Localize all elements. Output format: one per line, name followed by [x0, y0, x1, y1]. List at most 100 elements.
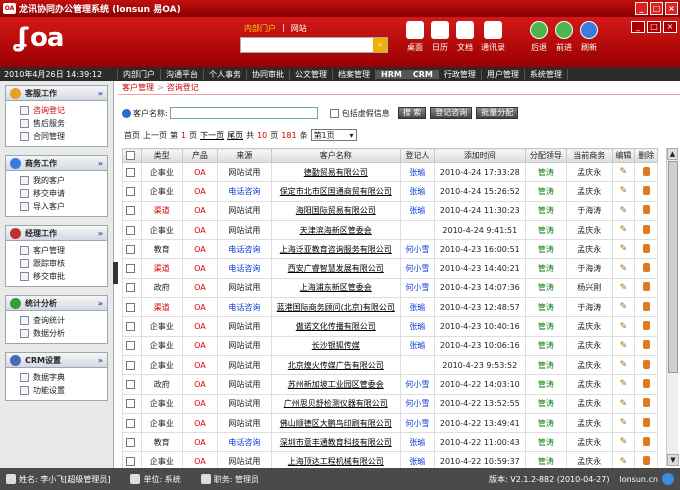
include-fake-checkbox[interactable] — [329, 108, 339, 118]
cell-delete[interactable] — [634, 200, 658, 221]
sidebar-item-after-sales[interactable]: 售后服务 — [20, 117, 107, 130]
cell-edit[interactable]: ✎ — [611, 277, 636, 299]
sidebar-item-transfer-approval[interactable]: 移交审批 — [20, 270, 107, 283]
edit-icon[interactable]: ✎ — [620, 225, 628, 235]
delete-icon[interactable] — [642, 417, 650, 427]
table-row[interactable]: 政府 OA 网站试用 苏州新加坡工业园区管委会 何小雪 2010-4-22 14:03:1… — [122, 374, 658, 395]
edit-icon[interactable]: ✎ — [620, 167, 628, 177]
row-checkbox-cell[interactable] — [122, 181, 142, 202]
breadcrumb-item[interactable]: 客户管理 — [122, 83, 154, 92]
status-brand[interactable]: lonsun.cn — [619, 475, 658, 484]
panel-header[interactable]: 经理工作» — [6, 226, 107, 241]
table-row[interactable]: 政府 OA 网站试用 上海浦东新区管委会 何小雪 2010-4-23 14:07:36 管涛… — [122, 277, 658, 299]
collapse-icon[interactable]: » — [98, 229, 103, 238]
table-row[interactable]: 企事业 OA 网站试用 天津滨海新区管委会 2010-4-24 9:41:51 管涛 孟庆永… — [122, 219, 658, 241]
row-checkbox[interactable] — [125, 225, 135, 235]
edit-icon[interactable]: ✎ — [620, 186, 628, 196]
row-checkbox[interactable] — [125, 437, 135, 447]
cell-customer-name[interactable]: 广州思贝舒检测仪器有限公司 — [270, 393, 401, 414]
row-checkbox[interactable] — [125, 244, 135, 254]
edit-icon[interactable]: ✎ — [620, 341, 628, 351]
sidebar-item-data-analysis[interactable]: 数据分析 — [20, 327, 107, 340]
nav-item-personal[interactable]: 个人事务 — [204, 68, 247, 80]
column-header[interactable]: 客户名称 — [270, 148, 401, 163]
delete-icon[interactable] — [642, 301, 650, 311]
vertical-scrollbar[interactable]: ▲ ▼ — [666, 148, 679, 466]
row-checkbox[interactable] — [125, 322, 135, 332]
delete-icon[interactable] — [642, 224, 650, 234]
column-header[interactable]: 分配领导 — [524, 148, 568, 163]
table-row[interactable]: 企事业 OA 电话咨询 保定市北市区国通商贸有限公司 张瑜 2010-4-24 15:26… — [122, 181, 658, 202]
batch-assign-button[interactable]: 批量分配 — [476, 107, 519, 119]
collapse-icon[interactable]: » — [98, 356, 103, 365]
table-row[interactable]: 渠道 OA 电话咨询 西安广睿智慧发展有限公司 何小雪 2010-4-23 14:40:2… — [122, 258, 658, 279]
register-consult-button[interactable]: 登记咨询 — [430, 107, 473, 119]
select-all-checkbox-header[interactable] — [122, 148, 142, 163]
table-row[interactable]: 渠道 OA 网站试用 海阳国际贸易有限公司 张瑜 2010-4-24 11:30:23 管涛… — [122, 200, 658, 221]
cell-edit[interactable]: ✎ — [611, 200, 636, 221]
edit-icon[interactable]: ✎ — [620, 244, 628, 254]
row-checkbox-cell[interactable] — [122, 374, 142, 395]
row-checkbox-cell[interactable] — [122, 277, 142, 299]
cell-customer-name[interactable]: 上海泛亚教育咨询服务有限公司 — [270, 239, 401, 260]
delete-icon[interactable] — [642, 185, 650, 195]
edit-icon[interactable]: ✎ — [620, 360, 628, 370]
cell-customer-name[interactable]: 保定市北市区国通商贸有限公司 — [270, 181, 401, 202]
cell-delete[interactable] — [634, 432, 658, 453]
row-checkbox[interactable] — [125, 418, 135, 428]
row-checkbox-cell[interactable] — [122, 335, 142, 356]
nav-item-communication[interactable]: 沟通平台 — [161, 68, 204, 80]
edit-icon[interactable]: ✎ — [620, 322, 628, 332]
nav-item-archives[interactable]: 档案管理 — [333, 68, 376, 80]
prev-page-link[interactable]: 上一页 — [143, 130, 167, 141]
sidebar-item-transfer-request[interactable]: 移交申请 — [20, 187, 107, 200]
forward-button[interactable]: 前进 — [553, 21, 575, 53]
cell-customer-name[interactable]: 天津滨海新区管委会 — [270, 219, 401, 241]
refresh-button[interactable]: 刷新 — [578, 21, 600, 53]
column-header[interactable]: 登记人 — [399, 148, 435, 163]
first-page-link[interactable]: 首页 — [124, 130, 140, 141]
scrollbar-thumb[interactable] — [668, 161, 678, 373]
row-checkbox[interactable] — [125, 341, 135, 351]
cell-edit[interactable]: ✎ — [611, 181, 636, 202]
delete-icon[interactable] — [642, 166, 650, 176]
scroll-down-icon[interactable]: ▼ — [667, 454, 679, 466]
document-button[interactable]: 文档 — [454, 21, 476, 53]
sidebar-item-my-customers[interactable]: 我的客户 — [20, 174, 107, 187]
table-row[interactable]: 企事业 OA 网站试用 傲诺文化传播有限公司 张瑜 2010-4-23 10:40:16 管… — [122, 316, 658, 337]
cell-delete[interactable] — [634, 239, 658, 260]
cell-edit[interactable]: ✎ — [611, 354, 636, 376]
delete-icon[interactable] — [642, 456, 650, 466]
column-header[interactable]: 添加时间 — [433, 148, 526, 163]
sidebar-item-follow-review[interactable]: 跟踪审核 — [20, 257, 107, 270]
maximize-button[interactable]: □ — [650, 2, 663, 15]
row-checkbox-cell[interactable] — [122, 354, 142, 376]
edit-icon[interactable]: ✎ — [620, 379, 628, 389]
nav-item-administration[interactable]: 行政管理 — [439, 68, 482, 80]
nav-item-hrm[interactable]: HRM — [376, 69, 408, 79]
cell-edit[interactable]: ✎ — [611, 393, 636, 414]
cell-edit[interactable]: ✎ — [611, 374, 636, 395]
collapse-icon[interactable]: » — [98, 89, 103, 98]
cell-edit[interactable]: ✎ — [611, 432, 636, 453]
column-header[interactable]: 产品 — [181, 148, 219, 163]
row-checkbox[interactable] — [125, 379, 135, 389]
row-checkbox-cell[interactable] — [122, 219, 142, 241]
search-tab-website[interactable]: 网站 — [291, 23, 307, 34]
cell-edit[interactable]: ✎ — [611, 219, 636, 241]
table-row[interactable]: 企事业 OA 网站试用 广州思贝舒检测仪器有限公司 何小雪 2010-4-22 13:52… — [122, 393, 658, 414]
row-checkbox[interactable] — [125, 167, 135, 177]
edit-icon[interactable]: ✎ — [620, 418, 628, 428]
row-checkbox-cell[interactable] — [122, 239, 142, 260]
row-checkbox-cell[interactable] — [122, 412, 142, 434]
row-checkbox[interactable] — [125, 206, 135, 216]
cell-delete[interactable] — [634, 354, 658, 376]
customer-name-input[interactable] — [169, 107, 318, 119]
edit-icon[interactable]: ✎ — [620, 302, 628, 312]
edit-icon[interactable]: ✎ — [620, 399, 628, 409]
cell-delete[interactable] — [634, 219, 658, 241]
nav-item-users[interactable]: 用户管理 — [482, 68, 525, 80]
column-header[interactable]: 类型 — [140, 148, 183, 163]
desktop-button[interactable]: 桌面 — [404, 21, 426, 53]
cell-delete[interactable] — [634, 258, 658, 279]
